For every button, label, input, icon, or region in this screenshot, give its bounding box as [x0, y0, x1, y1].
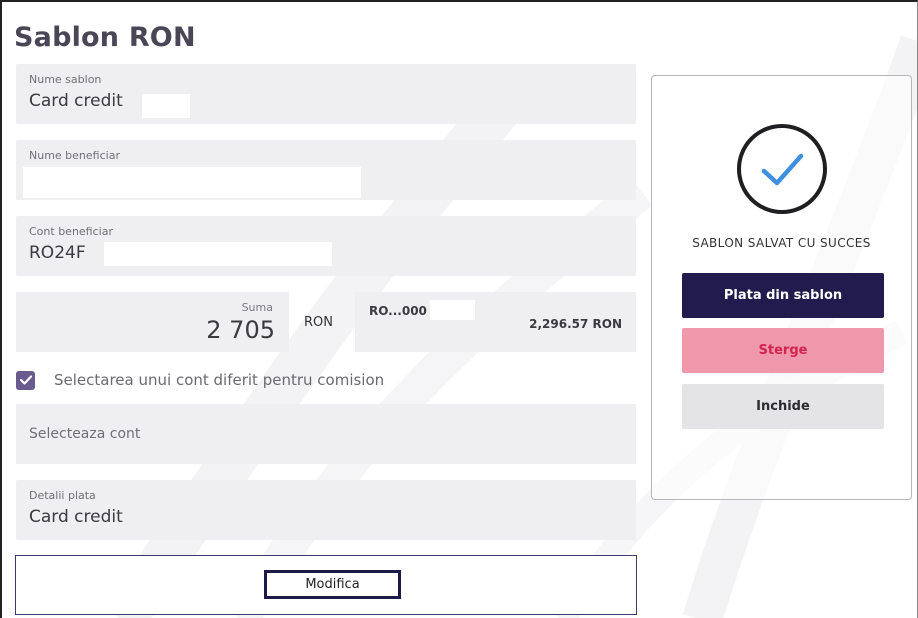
commission-checkbox-row[interactable]: Selectarea unui cont diferit pentru comi… — [16, 370, 384, 390]
beneficiary-account-field[interactable]: Cont beneficiar RO24F — [16, 216, 636, 276]
amount-field[interactable]: Suma 2 705 — [16, 292, 289, 352]
template-name-label: Nume sablon — [29, 73, 102, 86]
amount-label: Suma — [241, 301, 273, 314]
success-dialog: SABLON SALVAT CU SUCCES Plata din sablon… — [651, 75, 912, 500]
template-name-field[interactable]: Nume sablon Card credit — [16, 64, 636, 124]
close-button[interactable]: Inchide — [682, 384, 884, 429]
payment-details-value: Card credit — [29, 507, 123, 527]
template-name-value: Card credit — [29, 91, 123, 111]
page-title: Sablon RON — [14, 22, 196, 53]
payment-details-label: Detalii plata — [29, 489, 96, 502]
pay-from-template-button[interactable]: Plata din sablon — [682, 273, 884, 318]
delete-button[interactable]: Sterge — [682, 328, 884, 373]
commission-checkbox[interactable] — [16, 370, 35, 390]
beneficiary-name-field[interactable]: Nume beneficiar — [16, 140, 636, 200]
form-actions: Modifica — [15, 555, 637, 615]
redaction-block — [23, 167, 361, 198]
commission-account-select[interactable]: Selecteaza cont — [16, 404, 636, 464]
source-account-number: RO...000 — [369, 304, 427, 318]
beneficiary-account-value: RO24F — [29, 243, 86, 263]
modify-button[interactable]: Modifica — [264, 570, 401, 599]
source-account-selector[interactable]: RO...000 2,296.57 RON — [355, 292, 636, 352]
template-screen: Sablon RON Nume sablon Card credit Nume … — [0, 0, 918, 618]
commission-checkbox-label: Selectarea unui cont diferit pentru comi… — [54, 371, 385, 389]
checkmark-icon — [19, 375, 32, 385]
beneficiary-account-label: Cont beneficiar — [29, 225, 113, 238]
check-circle-icon — [737, 124, 827, 214]
currency-label: RON — [304, 315, 333, 330]
redaction-block — [104, 242, 332, 266]
redaction-block — [430, 300, 475, 320]
commission-account-placeholder: Selecteaza cont — [29, 426, 141, 442]
redaction-block — [142, 94, 190, 118]
payment-details-field[interactable]: Detalii plata Card credit — [16, 480, 636, 540]
source-account-balance: 2,296.57 RON — [529, 317, 622, 331]
success-message: SABLON SALVAT CU SUCCES — [692, 236, 871, 250]
beneficiary-name-label: Nume beneficiar — [29, 149, 120, 162]
amount-value: 2 705 — [206, 316, 275, 344]
